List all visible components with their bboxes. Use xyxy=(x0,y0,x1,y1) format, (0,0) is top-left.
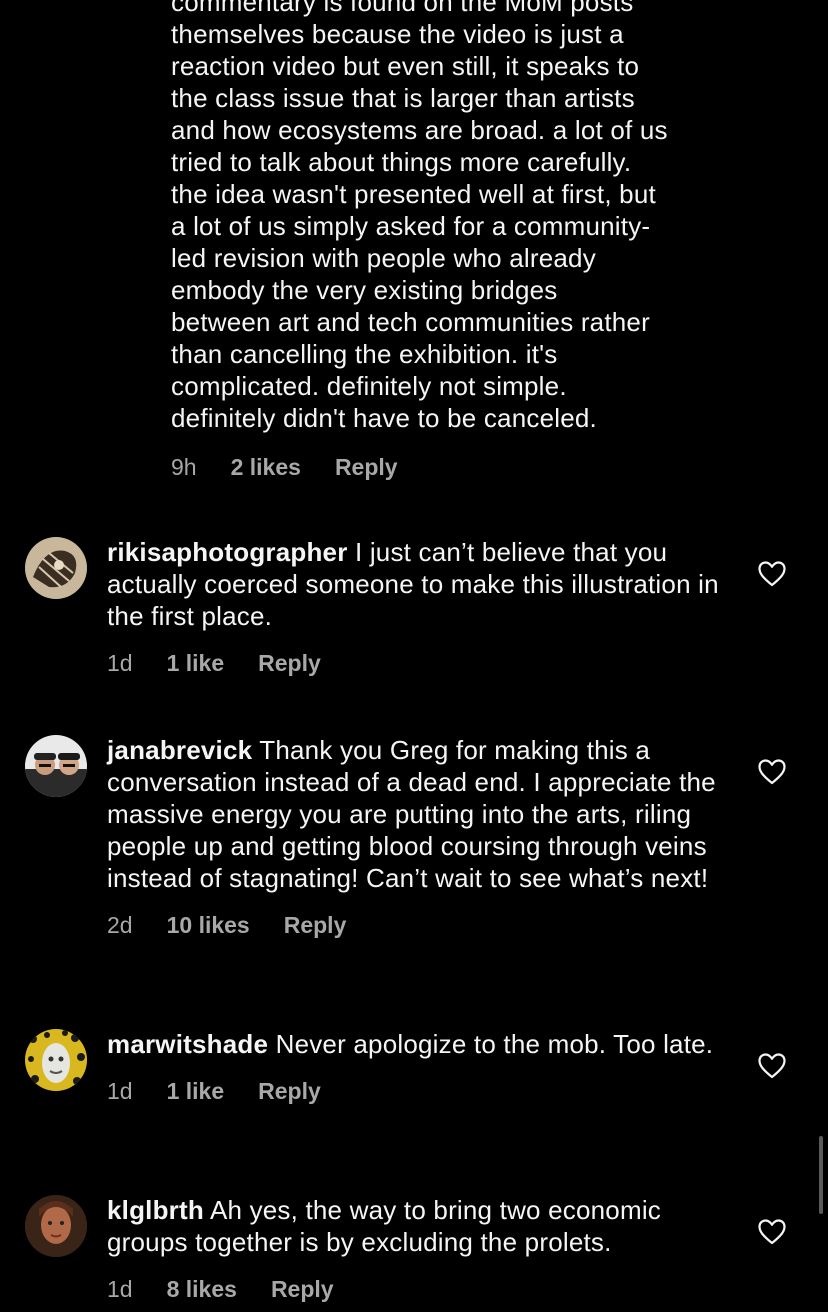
avatar[interactable] xyxy=(25,537,87,599)
reply-text-line: between art and tech communities rather xyxy=(171,307,650,337)
comment-time: 1d xyxy=(107,650,133,676)
reply-likes[interactable]: 2 likes xyxy=(231,454,301,481)
comment-username[interactable]: rikisaphotographer xyxy=(107,537,348,567)
comment-body: janabrevick Thank you Greg for making th… xyxy=(107,734,727,939)
reply-meta: 9h 2 likes Reply xyxy=(171,454,731,481)
avatar[interactable] xyxy=(25,1195,87,1257)
comment-username[interactable]: klglbrth xyxy=(107,1195,204,1225)
comment-likes[interactable]: 1 like xyxy=(167,1078,225,1105)
comment-username[interactable]: janabrevick xyxy=(107,735,252,765)
heart-outline-icon[interactable] xyxy=(758,1219,786,1245)
reply-text-line: themselves because the video is just a xyxy=(171,19,624,49)
comment-time: 2d xyxy=(107,912,133,938)
heart-outline-icon[interactable] xyxy=(758,1053,786,1079)
reply-text-line: a lot of us simply asked for a community… xyxy=(171,211,651,241)
reply-button[interactable]: Reply xyxy=(284,912,347,939)
comment-meta: 1d 8 likes Reply xyxy=(107,1276,727,1303)
reply-button[interactable]: Reply xyxy=(335,454,398,481)
comment-time: 1d xyxy=(107,1276,133,1302)
comment-body: marwitshade Never apologize to the mob. … xyxy=(107,1028,727,1105)
reply-text-line: led revision with people who already xyxy=(171,243,596,273)
comment-text: klglbrth Ah yes, the way to bring two ec… xyxy=(107,1194,727,1258)
reply-text-line: and how ecosystems are broad. a lot of u… xyxy=(171,115,668,145)
avatar[interactable] xyxy=(25,735,87,797)
avatar-illustration-icon xyxy=(25,537,87,599)
avatar-pattern-icon xyxy=(25,1029,87,1091)
reply-comment: commentary is found on the MoM posts them… xyxy=(171,0,731,481)
comment-meta: 1d 1 like Reply xyxy=(107,1078,727,1105)
avatar-photo-icon xyxy=(25,735,87,797)
comment-text: rikisaphotographer I just can’t believe … xyxy=(107,536,727,632)
comment-likes[interactable]: 8 likes xyxy=(167,1276,237,1303)
comment-text: janabrevick Thank you Greg for making th… xyxy=(107,734,727,894)
heart-outline-icon[interactable] xyxy=(758,759,786,785)
reply-text-line: tried to talk about things more carefull… xyxy=(171,147,632,177)
comment-time: 1d xyxy=(107,1078,133,1104)
comment-username[interactable]: marwitshade xyxy=(107,1029,268,1059)
heart-outline-icon[interactable] xyxy=(758,561,786,587)
reply-text-line: the class issue that is larger than arti… xyxy=(171,83,635,113)
reply-button[interactable]: Reply xyxy=(258,1078,321,1105)
comment-body: klglbrth Ah yes, the way to bring two ec… xyxy=(107,1194,727,1303)
comment-meta: 1d 1 like Reply xyxy=(107,650,727,677)
reply-text-line: embody the very existing bridges xyxy=(171,275,558,305)
scrollbar[interactable] xyxy=(819,1136,823,1214)
reply-button[interactable]: Reply xyxy=(271,1276,334,1303)
reply-text-line: definitely didn't have to be canceled. xyxy=(171,403,597,433)
reply-text-line: than cancelling the exhibition. it's xyxy=(171,339,558,369)
reply-time: 9h xyxy=(171,454,197,480)
avatar[interactable] xyxy=(25,1029,87,1091)
reply-text-line: complicated. definitely not simple. xyxy=(171,371,567,401)
comment-likes[interactable]: 1 like xyxy=(167,650,225,677)
comment-meta: 2d 10 likes Reply xyxy=(107,912,727,939)
reply-text-line: reaction video but even still, it speaks… xyxy=(171,51,640,81)
reply-button[interactable]: Reply xyxy=(258,650,321,677)
reply-text-line: commentary is found on the MoM posts xyxy=(171,0,634,17)
comment-text: marwitshade Never apologize to the mob. … xyxy=(107,1028,727,1060)
reply-text: commentary is found on the MoM posts them… xyxy=(171,0,731,434)
reply-text-line: the idea wasn't presented well at first,… xyxy=(171,179,656,209)
avatar-portrait-icon xyxy=(25,1195,87,1257)
comment-content: Never apologize to the mob. Too late. xyxy=(275,1029,714,1059)
comment-likes[interactable]: 10 likes xyxy=(167,912,250,939)
comment-body: rikisaphotographer I just can’t believe … xyxy=(107,536,727,677)
